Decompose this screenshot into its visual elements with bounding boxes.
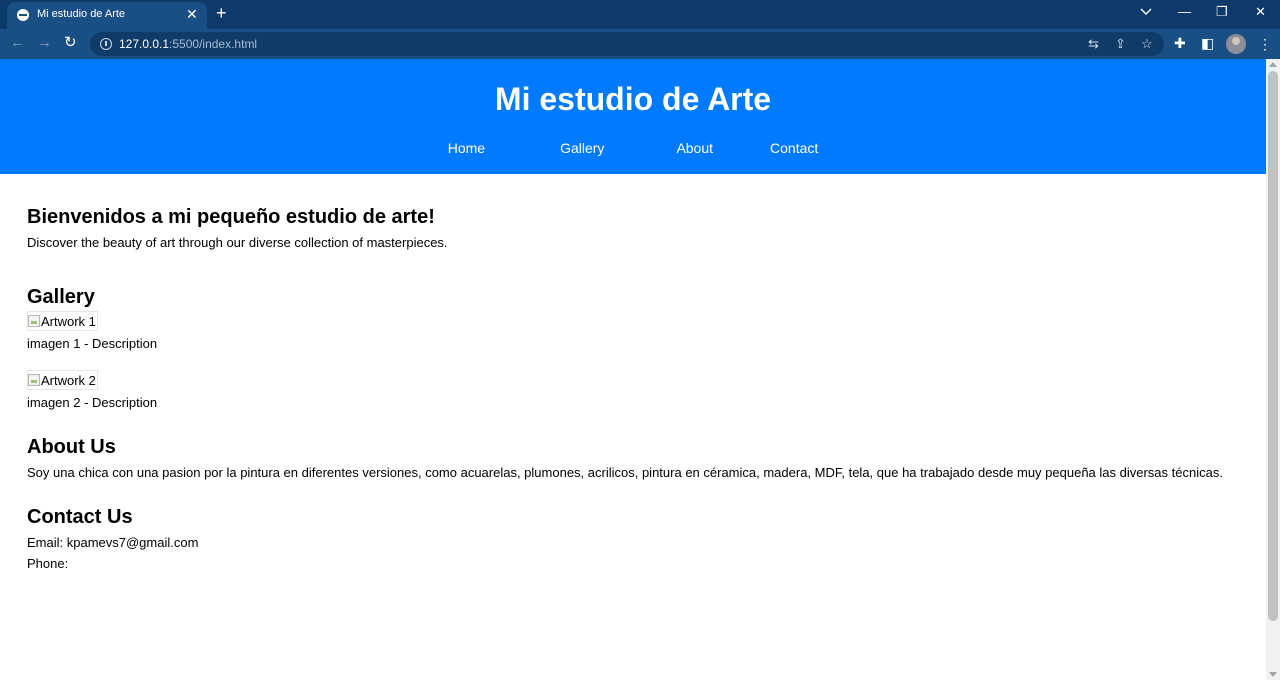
artwork-image: Artwork 2	[27, 370, 98, 390]
page-scrollbar[interactable]	[1266, 59, 1280, 680]
artwork-caption: imagen 1 - Description	[27, 336, 158, 351]
page-viewport: Mi estudio de Arte Home Gallery About Co…	[0, 59, 1266, 680]
new-tab-icon[interactable]: +	[216, 2, 227, 24]
hero-heading: Bienvenidos a mi pequeño estudio de arte…	[27, 206, 435, 228]
close-tab-icon[interactable]: ✕	[186, 5, 198, 23]
forward-icon[interactable]: →	[37, 34, 52, 52]
nav-link-contact[interactable]: Contact	[770, 139, 818, 157]
artwork-item: Artwork 2 imagen 2 - Description	[27, 370, 1239, 413]
scroll-down-icon[interactable]	[1269, 672, 1277, 677]
browser-toolbar: ← → ↻ 127.0.0.1:5500/index.html ⇆ ⇪ ☆ ✚ …	[0, 29, 1280, 59]
extensions-icon[interactable]: ✚	[1174, 34, 1186, 52]
site-header: Mi estudio de Arte Home Gallery About Co…	[0, 59, 1266, 174]
minimize-icon[interactable]: —	[1178, 3, 1191, 21]
tab-search-icon[interactable]	[1140, 5, 1152, 17]
contact-email: Email: kpamevs7@gmail.com	[27, 535, 199, 550]
window-close-icon[interactable]: ✕	[1255, 3, 1266, 21]
artwork-image: Artwork 1	[27, 311, 98, 331]
broken-image-icon	[28, 315, 40, 327]
reload-icon[interactable]: ↻	[64, 34, 77, 52]
hero-section: Bienvenidos a mi pequeño estudio de arte…	[27, 205, 1239, 285]
hero-text: Discover the beauty of art through our d…	[27, 235, 448, 250]
contact-phone: Phone:	[27, 556, 69, 571]
gallery-section: Gallery Artwork 1 imagen 1 - Description…	[27, 285, 1239, 413]
side-panel-icon[interactable]: ◧	[1201, 34, 1214, 52]
globe-icon	[17, 9, 29, 21]
scroll-up-icon[interactable]	[1269, 62, 1277, 67]
tab-title: Mi estudio de Arte	[37, 8, 126, 20]
share-icon[interactable]: ⇪	[1115, 35, 1126, 53]
url-text[interactable]: 127.0.0.1:5500/index.html	[119, 37, 257, 51]
more-menu-icon[interactable]: ⋮	[1258, 35, 1272, 53]
artwork-alt: Artwork 2	[41, 372, 96, 388]
artwork-alt: Artwork 1	[41, 313, 96, 329]
nav-link-gallery[interactable]: Gallery	[560, 139, 604, 157]
about-text: Soy una chica con una pasion por la pint…	[27, 465, 1223, 480]
browser-titlebar: Mi estudio de Arte ✕ + — ❐ ✕	[0, 0, 1280, 29]
contact-section: Contact Us Email: kpamevs7@gmail.com Pho…	[27, 505, 1239, 574]
contact-heading: Contact Us	[27, 506, 133, 528]
url-path: :5500/index.html	[169, 37, 258, 51]
browser-tab[interactable]: Mi estudio de Arte ✕	[7, 2, 207, 29]
restore-icon[interactable]: ❐	[1216, 3, 1228, 21]
main-content: Bienvenidos a mi pequeño estudio de arte…	[0, 174, 1266, 574]
site-info-icon[interactable]	[100, 38, 112, 50]
gallery-heading: Gallery	[27, 286, 95, 308]
nav-link-home[interactable]: Home	[448, 139, 485, 157]
scroll-thumb[interactable]	[1268, 71, 1278, 621]
url-host: 127.0.0.1	[119, 37, 170, 51]
back-icon[interactable]: ←	[10, 34, 25, 52]
about-heading: About Us	[27, 436, 116, 458]
translate-icon[interactable]: ⇆	[1088, 35, 1099, 53]
about-section: About Us Soy una chica con una pasion po…	[27, 435, 1239, 483]
artwork-caption: imagen 2 - Description	[27, 395, 158, 410]
site-title: Mi estudio de Arte	[494, 81, 772, 117]
address-bar[interactable]: 127.0.0.1:5500/index.html ⇆ ⇪ ☆	[90, 32, 1164, 56]
broken-image-icon	[28, 374, 40, 386]
profile-avatar[interactable]	[1226, 34, 1246, 54]
site-nav: Home Gallery About Contact	[0, 139, 1266, 157]
bookmark-star-icon[interactable]: ☆	[1141, 35, 1153, 53]
artwork-item: Artwork 1 imagen 1 - Description	[27, 311, 1239, 354]
nav-link-about[interactable]: About	[676, 139, 713, 157]
